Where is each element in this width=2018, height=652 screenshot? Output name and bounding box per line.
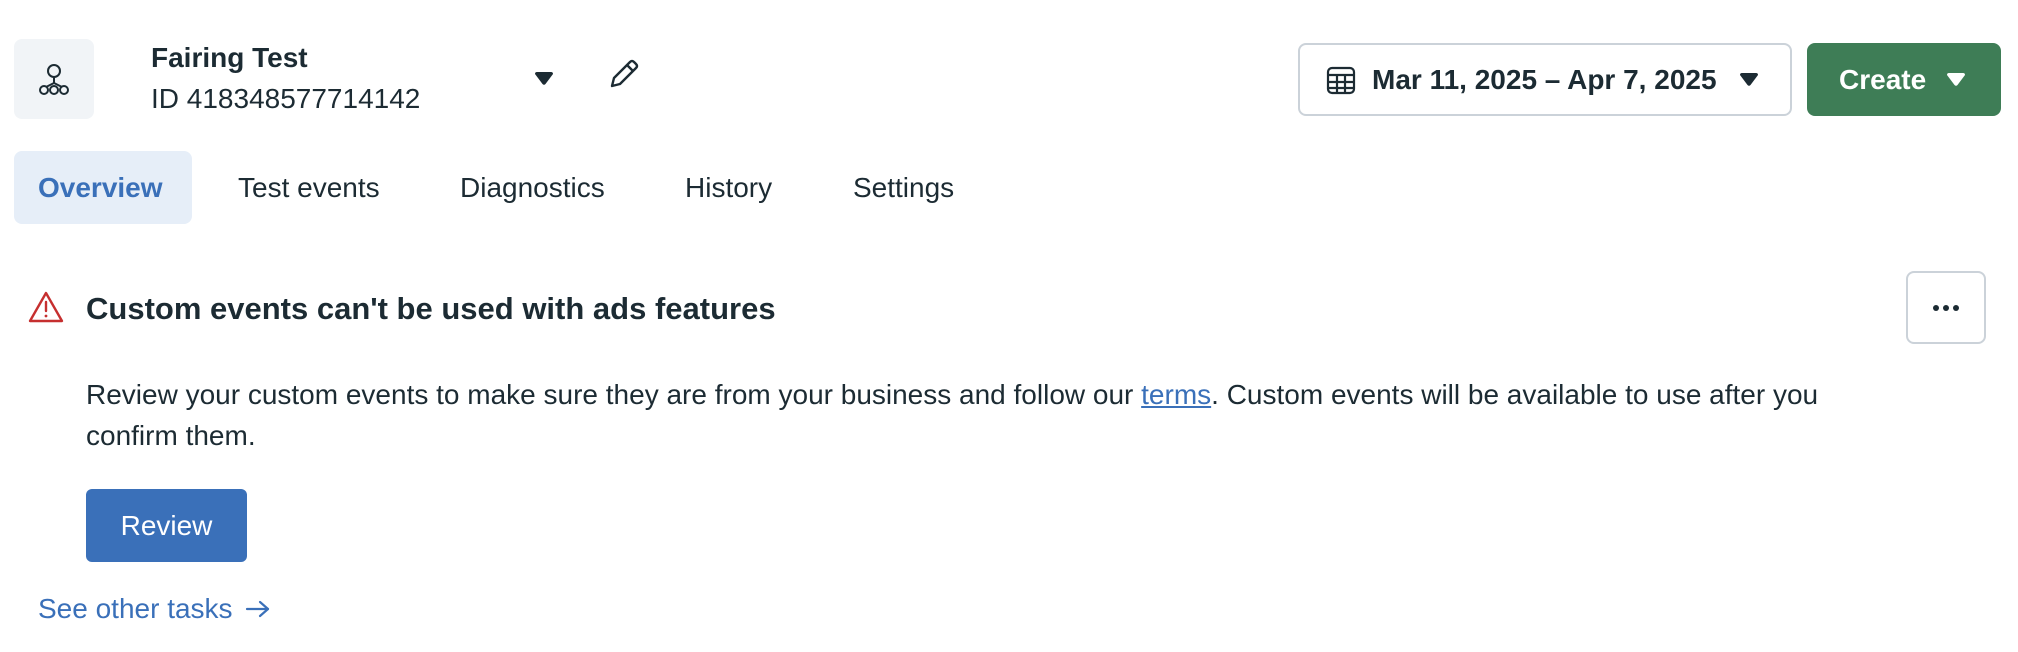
- more-options-button[interactable]: [1906, 271, 1986, 344]
- tab-diagnostics[interactable]: Diagnostics: [460, 151, 605, 224]
- pencil-icon: [610, 59, 639, 88]
- create-button-label: Create: [1839, 63, 1927, 95]
- dataset-name: Fairing Test: [151, 42, 308, 73]
- tab-history[interactable]: History: [685, 151, 772, 224]
- caret-down-icon: [1739, 72, 1759, 87]
- tab-overview[interactable]: Overview: [14, 151, 192, 224]
- see-other-tasks-link[interactable]: See other tasks: [38, 593, 271, 625]
- more-dots-icon: [1933, 304, 1959, 311]
- caret-down-icon: [1946, 72, 1966, 87]
- date-range-label: Mar 11, 2025 – Apr 7, 2025: [1372, 63, 1717, 95]
- edit-dataset-name-button[interactable]: [604, 54, 644, 94]
- create-button[interactable]: Create: [1807, 43, 2001, 116]
- arrow-right-icon: [245, 599, 271, 619]
- terms-link[interactable]: terms: [1141, 379, 1211, 410]
- alert-title: Custom events can't be used with ads fea…: [86, 291, 776, 326]
- events-manager-dataset-overview: Fairing Test ID 418348577714142 Mar 11, …: [0, 0, 2018, 652]
- alert-body-text: Review your custom events to make sure t…: [86, 379, 1142, 410]
- see-other-tasks-label: See other tasks: [38, 593, 233, 624]
- dataset-switcher-dropdown[interactable]: [525, 60, 563, 98]
- caret-down-icon: [535, 72, 553, 85]
- dataset-network-icon: [14, 39, 94, 119]
- tab-test-events[interactable]: Test events: [238, 151, 380, 224]
- warning-triangle-icon: [28, 290, 64, 324]
- tab-settings[interactable]: Settings: [853, 151, 954, 224]
- review-button[interactable]: Review: [86, 489, 247, 562]
- calendar-icon: [1324, 63, 1358, 97]
- date-range-picker[interactable]: Mar 11, 2025 – Apr 7, 2025: [1298, 43, 1792, 116]
- dataset-id: ID 418348577714142: [151, 83, 421, 114]
- alert-body: Review your custom events to make sure t…: [86, 374, 1916, 456]
